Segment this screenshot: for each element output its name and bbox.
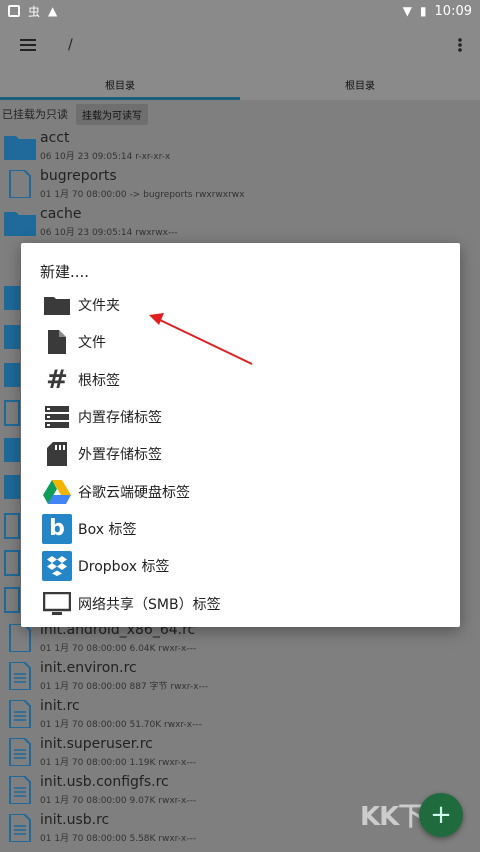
tab-bar: 根目录 根目录 [0,68,480,100]
option-folder[interactable]: 文件夹 [21,286,460,323]
file-name: cache [40,206,82,222]
file-icon [4,400,20,426]
file-meta: 01 1月 70 08:00:00 1.19K rwxr-x--- [40,758,197,768]
battery-icon: ▮ [419,4,427,18]
new-item-dialog: 新建.... 文件夹 文件 # 根标签 内置存储标签 外置存储标签 谷歌云端硬盘… [21,243,460,627]
app-bar: / [0,22,480,68]
mount-status-bar: 已挂载为只读 挂载为可读写 [0,100,480,128]
wifi-icon: ▼ [402,4,412,18]
file-icon [4,550,20,576]
file-meta: 01 1月 70 08:00:00 6.04K rwxr-x--- [40,644,197,654]
file-meta: 01 1月 70 08:00:00 5.58K rwxr-x--- [40,834,197,844]
file-name: acct [40,130,70,146]
option-external-storage-tag[interactable]: 外置存储标签 [21,435,460,472]
monitor-icon [40,587,74,621]
option-label: 内置存储标签 [78,409,162,426]
sd-card-icon [40,437,74,471]
bug-icon: 虫 [28,4,41,19]
option-smb-tag[interactable]: 网络共享（SMB）标签 [21,585,460,622]
option-label: Dropbox 标签 [78,558,170,575]
file-icon [4,513,20,539]
file-icon [4,587,20,613]
tab-root-2[interactable]: 根目录 [240,68,480,100]
option-label: 根标签 [78,372,120,389]
file-name: init.superuser.rc [40,736,153,752]
clock: 10:09 [434,3,472,19]
file-row[interactable]: init.superuser.rc 01 1月 70 08:00:00 1.19… [0,734,480,772]
folder-icon [4,286,20,310]
option-file[interactable]: 文件 [21,323,460,360]
folder-icon [4,438,20,462]
file-row[interactable]: cache 06 10月 23 09:05:14 rwxrwx--- [0,204,480,242]
mount-status-text: 已挂载为只读 [2,108,68,121]
dialog-title: 新建.... [40,263,90,281]
mount-rw-button[interactable]: 挂载为可读写 [76,103,148,125]
folder-icon [4,136,36,160]
file-icon [9,700,31,728]
option-internal-storage-tag[interactable]: 内置存储标签 [21,398,460,435]
option-root-tag[interactable]: # 根标签 [21,361,460,398]
file-name: init.environ.rc [40,660,137,676]
file-icon [9,776,31,804]
option-label: 谷歌云端硬盘标签 [78,484,190,501]
option-label: Box 标签 [78,521,137,538]
option-label: 文件 [78,334,106,351]
overflow-menu-icon[interactable] [440,22,480,68]
google-drive-icon [40,475,74,509]
option-box-tag[interactable]: b Box 标签 [21,510,460,547]
file-icon [9,814,31,842]
folder-icon [40,288,74,322]
file-name: init.rc [40,698,80,714]
hash-icon: # [46,364,68,395]
file-meta: 06 10月 23 09:05:14 rwxrwx--- [40,228,178,238]
box-icon: b [40,512,74,546]
storage-icon [40,400,74,434]
file-icon [9,662,31,690]
file-row[interactable]: acct 06 10月 23 09:05:14 r-xr-xr-x [0,128,480,166]
folder-icon [4,325,20,349]
file-meta: 01 1月 70 08:00:00 9.07K rwxr-x--- [40,796,197,806]
option-google-drive-tag[interactable]: 谷歌云端硬盘标签 [21,473,460,510]
folder-icon [4,475,20,499]
notification-a-icon: ▲ [48,4,58,18]
dropbox-icon [40,549,74,583]
file-icon [9,738,31,766]
option-dropbox-tag[interactable]: Dropbox 标签 [21,547,460,584]
current-path: / [68,37,73,53]
file-row[interactable]: init.rc 01 1月 70 08:00:00 51.70K rwxr-x-… [0,696,480,734]
file-meta: 06 10月 23 09:05:14 r-xr-xr-x [40,152,171,162]
file-icon [9,624,31,652]
file-row[interactable]: bugreports 01 1月 70 08:00:00 -> bugrepor… [0,166,480,204]
folder-icon [4,363,20,387]
option-label: 网络共享（SMB）标签 [78,596,221,613]
file-meta: 01 1月 70 08:00:00 -> bugreports rwxrwxrw… [40,190,245,200]
file-meta: 01 1月 70 08:00:00 51.70K rwxr-x--- [40,720,202,730]
hamburger-menu-icon[interactable] [0,22,56,68]
option-label: 文件夹 [78,297,120,314]
app-square-icon [8,5,20,17]
file-name: init.usb.configfs.rc [40,774,169,790]
status-bar: 虫 ▲ ▼ ▮ 10:09 [0,0,480,22]
file-row[interactable]: init.environ.rc 01 1月 70 08:00:00 887 字节… [0,658,480,696]
folder-icon [4,212,36,236]
file-name: init.usb.rc [40,812,110,828]
option-label: 外置存储标签 [78,446,162,463]
file-meta: 01 1月 70 08:00:00 887 字节 rwxr-x--- [40,682,209,692]
file-name: bugreports [40,168,117,184]
tab-root-1[interactable]: 根目录 [0,68,240,100]
file-icon [9,170,31,198]
add-fab-button[interactable]: + [419,793,463,837]
file-icon [40,325,74,359]
